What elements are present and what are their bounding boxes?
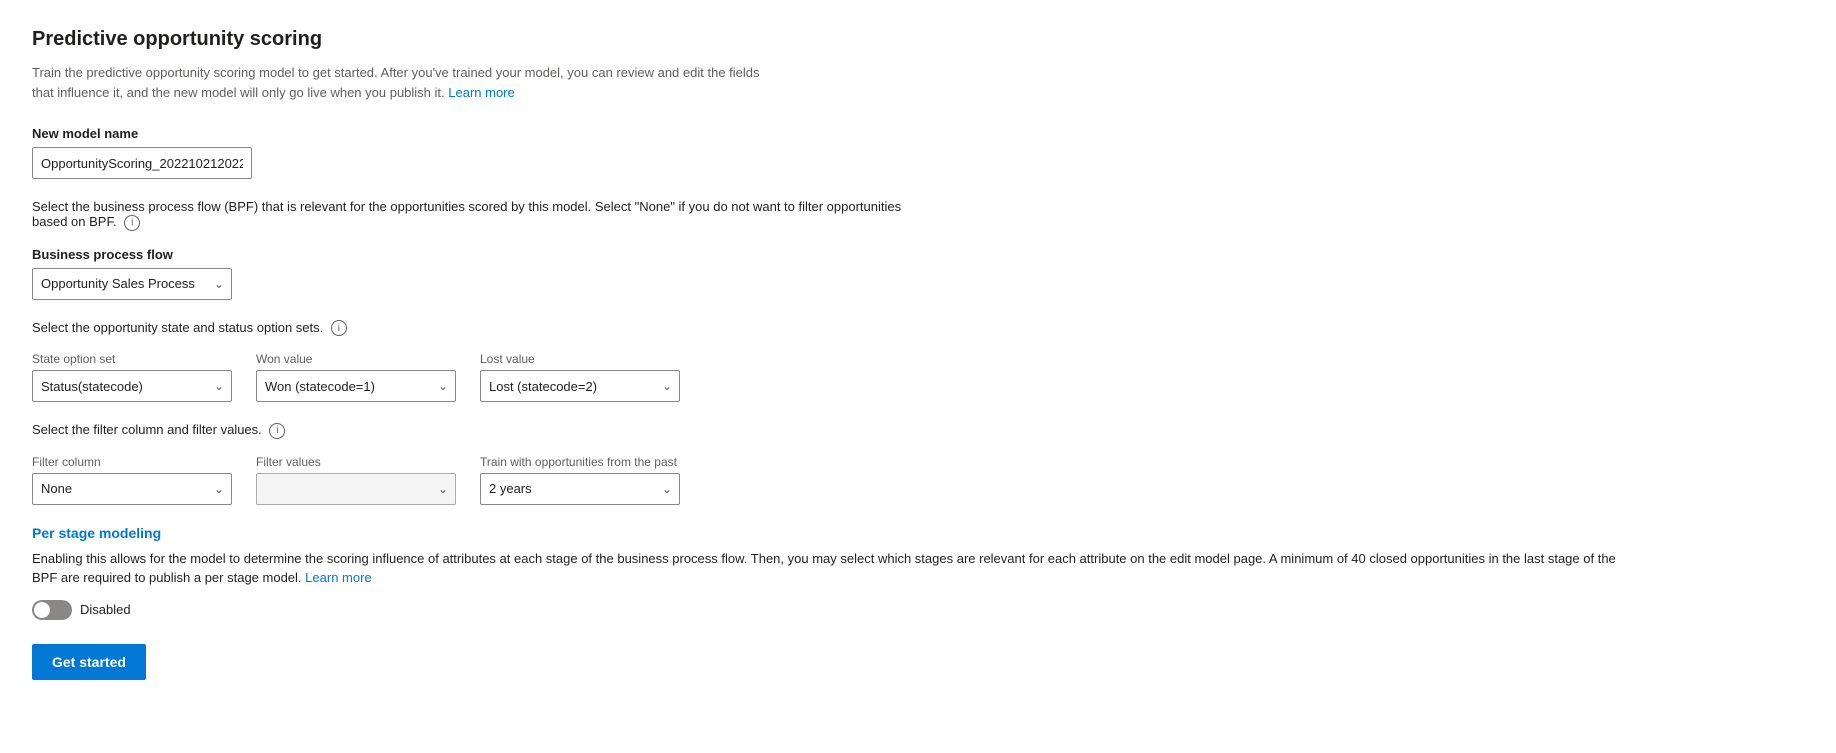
filter-values-group: Filter values ⌄ <box>256 455 456 505</box>
train-select-wrapper: 2 years 1 year 3 years ⌄ <box>480 473 680 505</box>
model-name-label: New model name <box>32 126 1804 141</box>
lost-value-label: Lost value <box>480 352 680 366</box>
description: Train the predictive opportunity scoring… <box>32 63 772 102</box>
filter-values-select-wrapper: ⌄ <box>256 473 456 505</box>
per-stage-description: Enabling this allows for the model to de… <box>32 549 1632 588</box>
bpf-select[interactable]: Opportunity Sales Process <box>32 268 232 300</box>
state-option-set-select[interactable]: Status(statecode) <box>32 370 232 402</box>
filter-values-select[interactable] <box>256 473 456 505</box>
won-value-select[interactable]: Won (statecode=1) <box>256 370 456 402</box>
lost-select-wrapper: Lost (statecode=2) ⌄ <box>480 370 680 402</box>
filter-section: Select the filter column and filter valu… <box>32 422 1804 505</box>
per-stage-section: Per stage modeling Enabling this allows … <box>32 525 1804 620</box>
won-value-label: Won value <box>256 352 456 366</box>
bpf-info-icon[interactable]: i <box>124 215 140 231</box>
model-name-group: New model name <box>32 126 1804 179</box>
filter-column-label: Filter column <box>32 455 232 469</box>
filter-column-select[interactable]: None <box>32 473 232 505</box>
filter-section-label: Select the filter column and filter valu… <box>32 422 932 439</box>
lost-value-group: Lost value Lost (statecode=2) ⌄ <box>480 352 680 402</box>
lost-value-select[interactable]: Lost (statecode=2) <box>480 370 680 402</box>
toggle-slider <box>32 600 72 620</box>
state-info-icon[interactable]: i <box>331 320 347 336</box>
state-section: Select the opportunity state and status … <box>32 320 1804 403</box>
bpf-description: Select the business process flow (BPF) t… <box>32 199 932 231</box>
learn-more-link[interactable]: Learn more <box>448 85 514 100</box>
toggle-label: Disabled <box>80 602 131 617</box>
filter-values-label: Filter values <box>256 455 456 469</box>
train-label: Train with opportunities from the past <box>480 455 680 469</box>
filter-info-icon[interactable]: i <box>269 423 285 439</box>
filter-column-select-wrapper: None ⌄ <box>32 473 232 505</box>
bpf-section: Select the business process flow (BPF) t… <box>32 199 1804 300</box>
toggle-control[interactable] <box>32 600 72 620</box>
won-value-group: Won value Won (statecode=1) ⌄ <box>256 352 456 402</box>
train-select[interactable]: 2 years 1 year 3 years <box>480 473 680 505</box>
bpf-label: Business process flow <box>32 247 1804 262</box>
train-group: Train with opportunities from the past 2… <box>480 455 680 505</box>
state-option-set-group: State option set Status(statecode) ⌄ <box>32 352 232 402</box>
state-dropdowns-row: State option set Status(statecode) ⌄ Won… <box>32 352 1804 402</box>
model-name-input[interactable] <box>32 147 252 179</box>
per-stage-learn-more-link[interactable]: Learn more <box>305 570 371 585</box>
page-title: Predictive opportunity scoring <box>32 28 1804 51</box>
toggle-row: Disabled <box>32 600 1804 620</box>
state-select-wrapper: Status(statecode) ⌄ <box>32 370 232 402</box>
state-option-set-label: State option set <box>32 352 232 366</box>
filter-column-group: Filter column None ⌄ <box>32 455 232 505</box>
won-select-wrapper: Won (statecode=1) ⌄ <box>256 370 456 402</box>
state-section-label: Select the opportunity state and status … <box>32 320 932 337</box>
get-started-button[interactable]: Get started <box>32 644 146 680</box>
per-stage-title: Per stage modeling <box>32 525 1804 541</box>
filter-dropdowns-row: Filter column None ⌄ Filter values ⌄ Tra… <box>32 455 1804 505</box>
description-text: Train the predictive opportunity scoring… <box>32 65 760 100</box>
bpf-select-wrapper: Opportunity Sales Process ⌄ <box>32 268 232 300</box>
